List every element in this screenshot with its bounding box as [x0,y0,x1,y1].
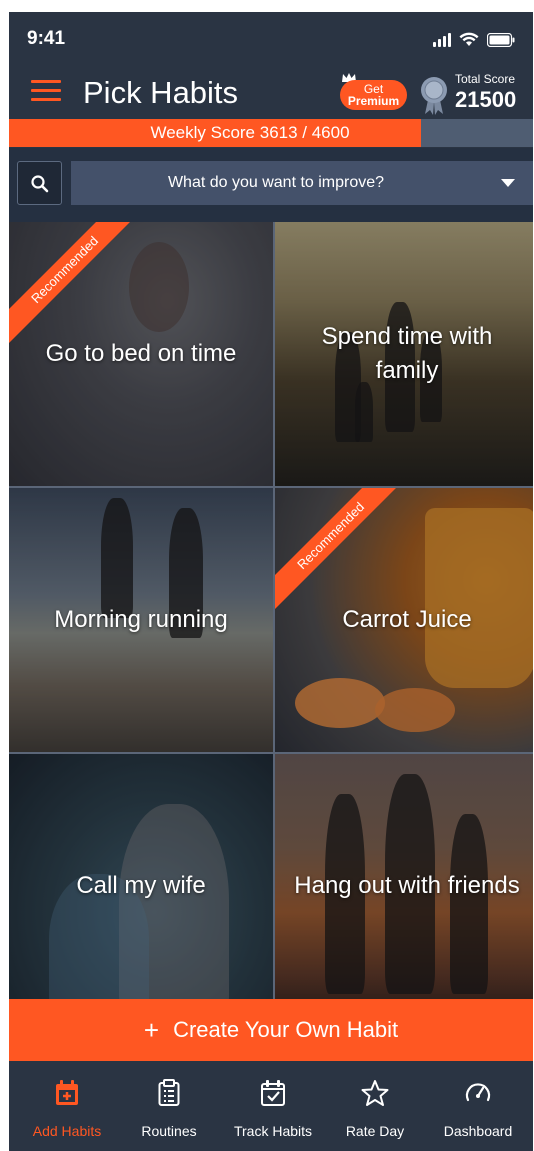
plus-icon: + [143,1014,160,1045]
status-time: 9:41 [27,28,66,49]
status-bar: 9:41 [9,12,533,70]
total-score-value: 21500 [455,87,517,112]
search-button[interactable] [17,161,62,205]
calendar-check-icon [260,1079,286,1112]
tab-label: Track Habits [233,1123,313,1139]
star-icon [361,1079,389,1112]
total-score-label: Total Score [455,72,516,86]
battery-icon [487,33,515,47]
clipboard-icon [158,1079,180,1112]
habit-label: Hang out with friends [294,872,520,899]
calendar-plus-icon [54,1079,80,1112]
search-bar: What do you want to improve? [9,148,533,222]
improve-dropdown[interactable]: What do you want to improve? [71,161,533,205]
tab-label: Dashboard [443,1123,513,1139]
speedometer-icon [464,1079,492,1110]
habit-label: Morning running [54,606,228,633]
weekly-score-text: Weekly Score 3613 / 4600 [150,123,350,142]
hamburger-menu-icon[interactable] [31,80,61,104]
recommended-ribbon: Recommended [275,488,405,618]
premium-line2: Premium [347,94,400,108]
habit-tile-go-to-bed[interactable]: Go to bed on time Recommended [9,222,273,486]
tab-track-habits[interactable]: Track Habits [221,1061,325,1151]
tab-rate-day[interactable]: Rate Day [325,1061,425,1151]
recommended-ribbon: Recommended [9,222,139,352]
status-icons [433,32,515,47]
habit-label: Spend time with family [321,323,493,384]
weekly-score-bar: Weekly Score 3613 / 4600 [9,119,533,147]
tab-routines[interactable]: Routines [117,1061,221,1151]
get-premium-button[interactable]: Get Premium [340,80,407,110]
bottom-tab-bar: Add Habits Routines Track Habits Rate Da… [9,1061,533,1151]
ribbon-text: Recommended [9,222,139,350]
tab-label: Rate Day [345,1123,405,1139]
habit-tile-family[interactable]: Spend time with family [275,222,533,486]
ribbon-text: Recommended [275,488,405,616]
chevron-down-icon [501,179,515,187]
tab-label: Routines [141,1123,197,1139]
create-habit-button[interactable]: + Create Your Own Habit [9,999,533,1061]
habit-label: Call my wife [76,872,206,899]
wifi-icon [459,32,479,47]
improve-dropdown-text: What do you want to improve? [167,174,385,191]
app-header: Pick Habits Get Premium Total Score 2150… [9,70,533,118]
habit-tile-friends[interactable]: Hang out with friends [275,754,533,1018]
signal-icon [433,33,451,47]
search-icon [31,175,49,193]
habit-tile-call-wife[interactable]: Call my wife [9,754,273,1018]
medal-icon [419,72,449,121]
habit-tile-carrot-juice[interactable]: Carrot Juice Recommended [275,488,533,752]
tab-dashboard[interactable]: Dashboard [425,1061,531,1151]
habit-grid: Go to bed on time Recommended Spend time… [9,222,533,1018]
tab-label: Add Habits [32,1123,102,1139]
create-habit-label: Create Your Own Habit [173,1017,399,1042]
page-title: Pick Habits [83,75,239,110]
tab-add-habits[interactable]: Add Habits [17,1061,117,1151]
habit-tile-running[interactable]: Morning running [9,488,273,752]
app-screen: 9:41 Pick Habits Get Premium Total Score [9,12,533,1151]
